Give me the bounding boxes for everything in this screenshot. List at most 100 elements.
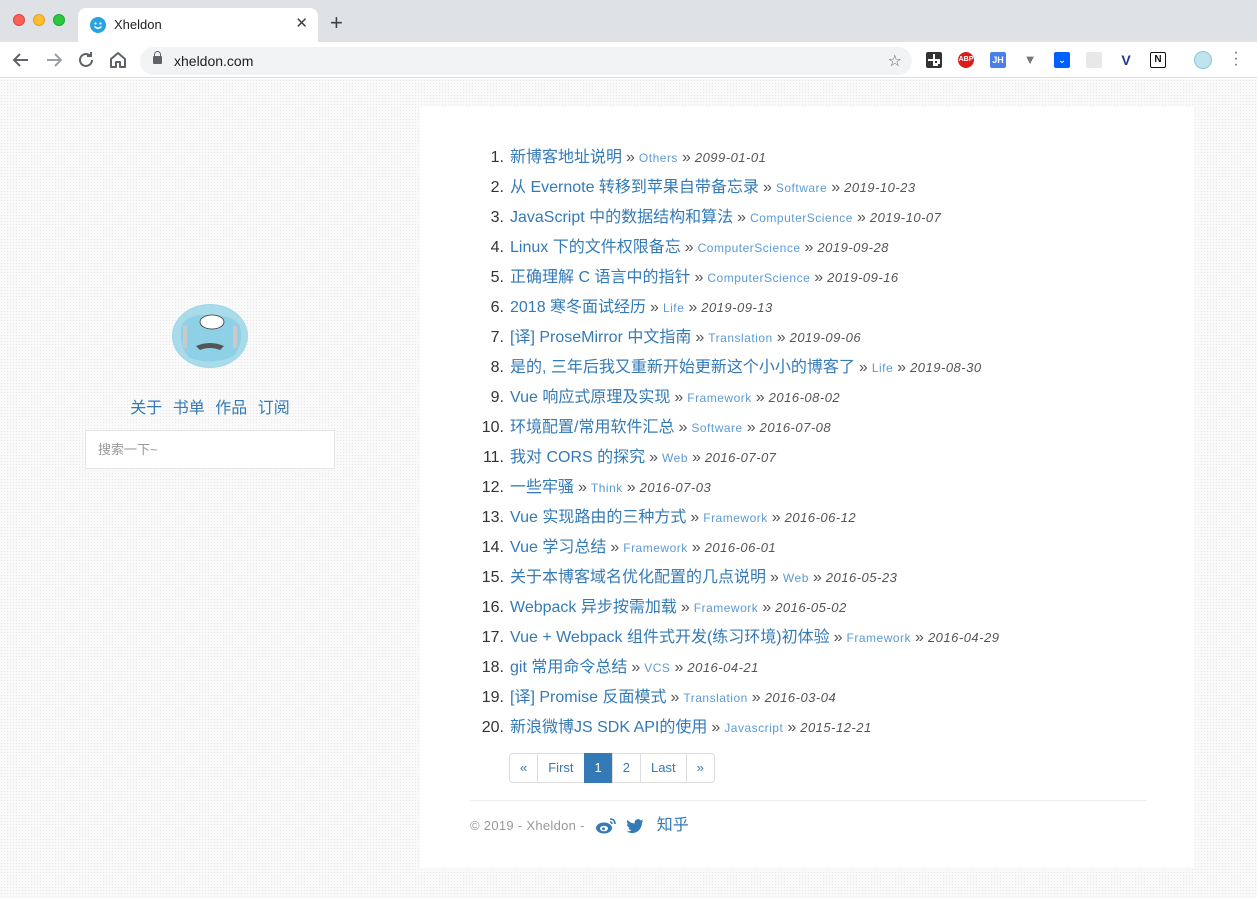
pagination-item[interactable]: «	[509, 753, 539, 783]
home-icon[interactable]	[106, 48, 130, 72]
post-category-link[interactable]: ComputerScience	[698, 241, 801, 255]
post-category-link[interactable]: Framework	[687, 391, 752, 405]
post-list-item: 17. Vue + Webpack 组件式开发(练习环境)初体验» Framewor…	[420, 623, 1194, 653]
pagination-item[interactable]: 1	[583, 753, 613, 783]
separator: »	[858, 359, 868, 376]
zoom-window-button[interactable]	[53, 14, 65, 26]
post-title-link[interactable]: 新浪微博JS SDK API的使用	[510, 719, 707, 736]
weibo-icon[interactable]	[595, 816, 616, 836]
post-title-link[interactable]: 正确理解 C 语言中的指针	[510, 269, 690, 286]
json-handle-icon[interactable]: JH	[990, 52, 1006, 68]
post-number: 15.	[481, 569, 504, 586]
minimize-window-button[interactable]	[33, 14, 45, 26]
post-category-link[interactable]: Javascript	[724, 721, 783, 735]
post-title-link[interactable]: Webpack 异步按需加载	[510, 599, 677, 616]
profile-avatar-icon[interactable]	[1194, 51, 1212, 69]
post-category-link[interactable]: Framework	[703, 511, 768, 525]
post-category-link[interactable]: Life	[663, 301, 684, 315]
separator: »	[787, 719, 797, 736]
browser-menu-icon[interactable]: · · ·	[1230, 45, 1242, 73]
post-title-link[interactable]: 一些牢骚	[510, 479, 574, 496]
post-category-link[interactable]: Others	[639, 151, 678, 165]
vue-devtools-icon[interactable]: ▼	[1022, 52, 1038, 68]
post-title-link[interactable]: 我对 CORS 的探究	[510, 449, 645, 466]
post-category-link[interactable]: Web	[662, 451, 688, 465]
post-date: 2019-10-23	[844, 180, 916, 195]
close-window-button[interactable]	[13, 14, 25, 26]
post-title-link[interactable]: JavaScript 中的数据结构和算法	[510, 209, 733, 226]
separator: »	[691, 539, 701, 556]
separator: »	[771, 509, 781, 526]
separator: »	[690, 509, 700, 526]
vimium-icon[interactable]: V	[1118, 52, 1134, 68]
address-bar[interactable]: xheldon.com ☆	[140, 47, 912, 75]
pagination-item[interactable]: 2	[611, 753, 641, 783]
post-category-link[interactable]: Translation	[683, 691, 747, 705]
separator: »	[746, 419, 756, 436]
separator: »	[831, 179, 841, 196]
post-category-link[interactable]: Framework	[847, 631, 912, 645]
new-tab-button[interactable]: +	[330, 12, 343, 34]
notion-icon[interactable]: N	[1150, 52, 1166, 68]
post-date: 2016-07-08	[759, 420, 832, 435]
browser-tab[interactable]: Xheldon ✕	[78, 8, 318, 42]
lock-icon	[153, 51, 162, 64]
post-title-link[interactable]: 关于本博客域名优化配置的几点说明	[510, 569, 766, 586]
main-content: 1. 新博客地址说明» Others» 2099-01-01 2. 从 Evernote …	[420, 107, 1194, 867]
post-date: 2019-08-30	[910, 360, 982, 375]
zhihu-link[interactable]: 知乎	[657, 815, 689, 837]
sidebar-link-works[interactable]: 作品	[215, 400, 247, 417]
back-arrow-icon[interactable]	[9, 48, 33, 72]
post-title-link[interactable]: Vue + Webpack 组件式开发(练习环境)初体验	[510, 629, 830, 646]
post-category-link[interactable]: Software	[691, 421, 742, 435]
post-title-link[interactable]: 2018 寒冬面试经历	[510, 299, 646, 316]
sidebar-link-books[interactable]: 书单	[173, 400, 205, 417]
post-title-link[interactable]: 从 Evernote 转移到苹果自带备忘录	[510, 179, 759, 196]
post-title-link[interactable]: [译] ProseMirror 中文指南	[510, 329, 691, 346]
post-list-item: 4. Linux 下的文件权限备忘» ComputerScience» 2019-09…	[420, 233, 1194, 263]
post-category-link[interactable]: ComputerScience	[707, 271, 810, 285]
separator: »	[684, 239, 694, 256]
post-category-link[interactable]: Web	[783, 571, 809, 585]
qr-code-icon[interactable]	[926, 52, 942, 68]
post-list: 1. 新博客地址说明» Others» 2099-01-01 2. 从 Evernote …	[420, 143, 1194, 743]
sidebar-link-subscribe[interactable]: 订阅	[258, 400, 290, 417]
post-title-link[interactable]: Vue 实现路由的三种方式	[510, 509, 686, 526]
pagination-item[interactable]: First	[537, 753, 585, 783]
bookmark-star-icon[interactable]: ☆	[888, 51, 902, 71]
post-category-link[interactable]: Framework	[623, 541, 688, 555]
post-title-link[interactable]: 新博客地址说明	[510, 149, 622, 166]
separator: »	[610, 539, 620, 556]
post-category-link[interactable]: Think	[591, 481, 623, 495]
post-title-link[interactable]: git 常用命令总结	[510, 659, 627, 676]
pagination-item[interactable]: Last	[639, 753, 687, 783]
post-date: 2016-07-07	[704, 450, 777, 465]
post-category-link[interactable]: Framework	[694, 601, 759, 615]
sidebar-link-about[interactable]: 关于	[130, 400, 162, 417]
post-title-link[interactable]: [译] Promise 反面模式	[510, 689, 666, 706]
post-category-link[interactable]: Software	[776, 181, 827, 195]
forward-arrow-icon[interactable]	[42, 48, 66, 72]
twitter-icon[interactable]	[625, 816, 645, 836]
search-input[interactable]	[85, 430, 335, 469]
post-title-link[interactable]: Linux 下的文件权限备忘	[510, 239, 681, 256]
close-tab-icon[interactable]: ✕	[295, 16, 308, 32]
post-date: 2019-09-13	[701, 300, 773, 315]
reload-icon[interactable]	[74, 48, 98, 72]
post-title-link[interactable]: 环境配置/常用软件汇总	[510, 419, 674, 436]
post-title-link[interactable]: Vue 响应式原理及实现	[510, 389, 670, 406]
post-title-link[interactable]: 是的, 三年后我又重新开始更新这个小小的博客了	[510, 359, 855, 376]
post-title-link[interactable]: Vue 学习总结	[510, 539, 606, 556]
separator: »	[711, 719, 721, 736]
pagination-item[interactable]: »	[685, 753, 715, 783]
separator: »	[856, 209, 866, 226]
extension-icon[interactable]	[1086, 52, 1102, 68]
dropbox-icon[interactable]: ⌄	[1054, 52, 1070, 68]
post-category-link[interactable]: VCS	[644, 661, 670, 675]
post-number: 5.	[490, 269, 504, 286]
post-list-item: 10. 环境配置/常用软件汇总» Software» 2016-07-08	[420, 413, 1194, 443]
post-category-link[interactable]: Life	[872, 361, 893, 375]
adblock-plus-icon[interactable]: ABP	[958, 52, 974, 68]
post-category-link[interactable]: Translation	[708, 331, 772, 345]
post-category-link[interactable]: ComputerScience	[750, 211, 853, 225]
